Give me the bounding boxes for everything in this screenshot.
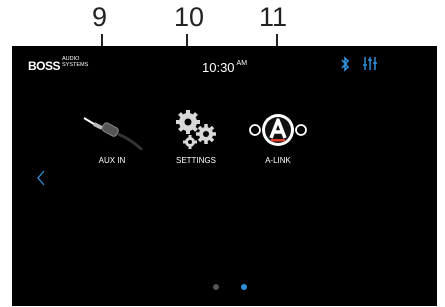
bluetooth-icon[interactable] [340, 56, 350, 72]
head-unit-screen: BOSS AUDIO SYSTEMS 10:30 AM AUX IN SETTI… [12, 46, 437, 306]
app-label-aux-in: AUX IN [98, 156, 126, 165]
page-indicator-dot-2-active[interactable] [241, 284, 247, 290]
callout-10: 10 [174, 2, 205, 32]
aux-cable-icon [83, 117, 144, 152]
a-link-icon [249, 114, 307, 146]
app-a-link[interactable]: A-LINK [240, 110, 316, 165]
equalizer-icon[interactable] [362, 56, 378, 71]
status-bar: BOSS AUDIO SYSTEMS 10:30 AM [12, 46, 437, 86]
gears-icon [176, 110, 216, 149]
brand-logo: BOSS [28, 59, 61, 73]
logo-sub-line-2: SYSTEMS [62, 62, 89, 68]
clock: 10:30 AM [202, 60, 247, 75]
callout-9: 9 [92, 2, 108, 32]
app-label-settings: SETTINGS [175, 156, 216, 165]
app-aux-in[interactable]: AUX IN [74, 110, 150, 165]
app-label-a-link: A-LINK [265, 156, 291, 165]
page-indicator-dot-1[interactable] [213, 284, 219, 290]
back-chevron-icon[interactable] [36, 170, 46, 186]
app-settings[interactable]: SETTINGS [158, 110, 234, 165]
brand-logo-subtitle: AUDIO SYSTEMS [62, 56, 88, 68]
callout-11: 11 [259, 2, 288, 32]
clock-time: 10:30 [202, 60, 235, 75]
clock-ampm: AM [236, 60, 248, 67]
